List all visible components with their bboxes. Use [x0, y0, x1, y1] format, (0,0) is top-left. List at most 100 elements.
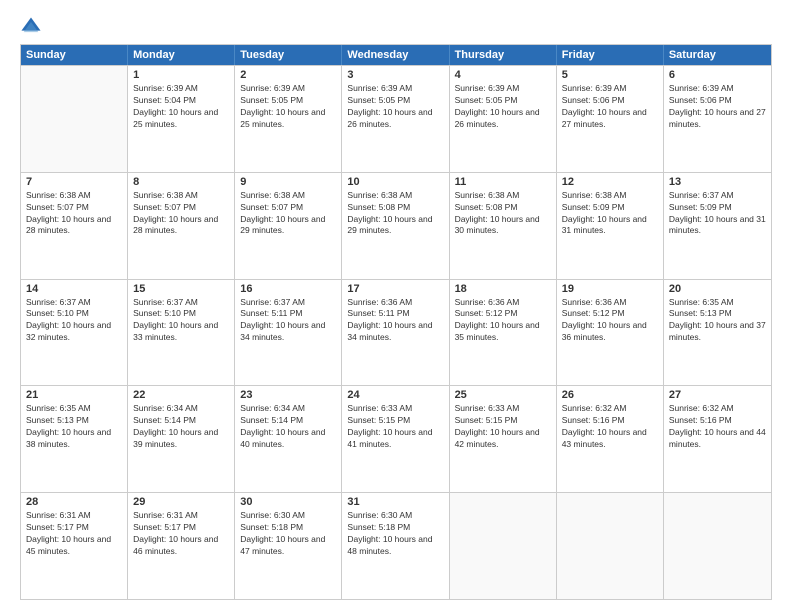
day-number: 18 — [455, 283, 551, 295]
weekday-header: Thursday — [450, 45, 557, 65]
cell-info: Sunrise: 6:37 AM Sunset: 5:11 PM Dayligh… — [240, 297, 336, 345]
weekday-header: Tuesday — [235, 45, 342, 65]
cell-info: Sunrise: 6:31 AM Sunset: 5:17 PM Dayligh… — [133, 510, 229, 558]
cell-info: Sunrise: 6:35 AM Sunset: 5:13 PM Dayligh… — [26, 403, 122, 451]
header — [20, 16, 772, 38]
cell-info: Sunrise: 6:38 AM Sunset: 5:07 PM Dayligh… — [26, 190, 122, 238]
calendar-cell: 18 Sunrise: 6:36 AM Sunset: 5:12 PM Dayli… — [450, 280, 557, 386]
calendar-cell: 9 Sunrise: 6:38 AM Sunset: 5:07 PM Daylig… — [235, 173, 342, 279]
calendar-cell: 24 Sunrise: 6:33 AM Sunset: 5:15 PM Dayli… — [342, 386, 449, 492]
day-number: 2 — [240, 69, 336, 81]
day-number: 6 — [669, 69, 766, 81]
day-number: 15 — [133, 283, 229, 295]
cell-info: Sunrise: 6:38 AM Sunset: 5:07 PM Dayligh… — [133, 190, 229, 238]
cell-info: Sunrise: 6:37 AM Sunset: 5:10 PM Dayligh… — [133, 297, 229, 345]
calendar-cell — [557, 493, 664, 599]
calendar-header: SundayMondayTuesdayWednesdayThursdayFrid… — [21, 45, 771, 65]
day-number: 23 — [240, 389, 336, 401]
cell-info: Sunrise: 6:36 AM Sunset: 5:12 PM Dayligh… — [455, 297, 551, 345]
day-number: 28 — [26, 496, 122, 508]
cell-info: Sunrise: 6:33 AM Sunset: 5:15 PM Dayligh… — [455, 403, 551, 451]
day-number: 13 — [669, 176, 766, 188]
cell-info: Sunrise: 6:39 AM Sunset: 5:05 PM Dayligh… — [347, 83, 443, 131]
day-number: 21 — [26, 389, 122, 401]
cell-info: Sunrise: 6:37 AM Sunset: 5:10 PM Dayligh… — [26, 297, 122, 345]
calendar-row: 7 Sunrise: 6:38 AM Sunset: 5:07 PM Daylig… — [21, 172, 771, 279]
day-number: 30 — [240, 496, 336, 508]
cell-info: Sunrise: 6:34 AM Sunset: 5:14 PM Dayligh… — [240, 403, 336, 451]
cell-info: Sunrise: 6:36 AM Sunset: 5:12 PM Dayligh… — [562, 297, 658, 345]
calendar-cell: 10Sunrise: 6:38 AM Sunset: 5:08 PM Dayli… — [342, 173, 449, 279]
day-number: 17 — [347, 283, 443, 295]
day-number: 8 — [133, 176, 229, 188]
calendar: SundayMondayTuesdayWednesdayThursdayFrid… — [20, 44, 772, 600]
weekday-header: Monday — [128, 45, 235, 65]
cell-info: Sunrise: 6:38 AM Sunset: 5:09 PM Dayligh… — [562, 190, 658, 238]
day-number: 24 — [347, 389, 443, 401]
calendar-cell: 22 Sunrise: 6:34 AM Sunset: 5:14 PM Dayli… — [128, 386, 235, 492]
weekday-header: Sunday — [21, 45, 128, 65]
calendar-cell: 2 Sunrise: 6:39 AM Sunset: 5:05 PM Daylig… — [235, 66, 342, 172]
calendar-cell: 28 Sunrise: 6:31 AM Sunset: 5:17 PM Dayli… — [21, 493, 128, 599]
calendar-cell: 4Sunrise: 6:39 AM Sunset: 5:05 PM Daylig… — [450, 66, 557, 172]
calendar-cell: 15 Sunrise: 6:37 AM Sunset: 5:10 PM Dayli… — [128, 280, 235, 386]
calendar-cell: 19 Sunrise: 6:36 AM Sunset: 5:12 PM Dayli… — [557, 280, 664, 386]
calendar-cell: 7 Sunrise: 6:38 AM Sunset: 5:07 PM Daylig… — [21, 173, 128, 279]
calendar-row: 28 Sunrise: 6:31 AM Sunset: 5:17 PM Dayli… — [21, 492, 771, 599]
cell-info: Sunrise: 6:33 AM Sunset: 5:15 PM Dayligh… — [347, 403, 443, 451]
cell-info: Sunrise: 6:32 AM Sunset: 5:16 PM Dayligh… — [669, 403, 766, 451]
cell-info: Sunrise: 6:30 AM Sunset: 5:18 PM Dayligh… — [240, 510, 336, 558]
weekday-header: Friday — [557, 45, 664, 65]
day-number: 3 — [347, 69, 443, 81]
calendar-cell: 26Sunrise: 6:32 AM Sunset: 5:16 PM Dayli… — [557, 386, 664, 492]
calendar-cell — [450, 493, 557, 599]
cell-info: Sunrise: 6:38 AM Sunset: 5:08 PM Dayligh… — [455, 190, 551, 238]
calendar-cell: 23 Sunrise: 6:34 AM Sunset: 5:14 PM Dayli… — [235, 386, 342, 492]
calendar-row: 14 Sunrise: 6:37 AM Sunset: 5:10 PM Dayli… — [21, 279, 771, 386]
day-number: 11 — [455, 176, 551, 188]
calendar-cell: 27Sunrise: 6:32 AM Sunset: 5:16 PM Dayli… — [664, 386, 771, 492]
calendar-cell — [21, 66, 128, 172]
day-number: 9 — [240, 176, 336, 188]
day-number: 7 — [26, 176, 122, 188]
day-number: 16 — [240, 283, 336, 295]
cell-info: Sunrise: 6:32 AM Sunset: 5:16 PM Dayligh… — [562, 403, 658, 451]
day-number: 1 — [133, 69, 229, 81]
calendar-cell: 25Sunrise: 6:33 AM Sunset: 5:15 PM Dayli… — [450, 386, 557, 492]
calendar-cell: 31Sunrise: 6:30 AM Sunset: 5:18 PM Dayli… — [342, 493, 449, 599]
weekday-header: Wednesday — [342, 45, 449, 65]
calendar-body: 1 Sunrise: 6:39 AM Sunset: 5:04 PM Daylig… — [21, 65, 771, 599]
cell-info: Sunrise: 6:36 AM Sunset: 5:11 PM Dayligh… — [347, 297, 443, 345]
calendar-cell: 11 Sunrise: 6:38 AM Sunset: 5:08 PM Dayli… — [450, 173, 557, 279]
day-number: 22 — [133, 389, 229, 401]
calendar-cell — [664, 493, 771, 599]
cell-info: Sunrise: 6:34 AM Sunset: 5:14 PM Dayligh… — [133, 403, 229, 451]
day-number: 5 — [562, 69, 658, 81]
calendar-cell: 12 Sunrise: 6:38 AM Sunset: 5:09 PM Dayli… — [557, 173, 664, 279]
calendar-cell: 16 Sunrise: 6:37 AM Sunset: 5:11 PM Dayli… — [235, 280, 342, 386]
calendar-cell: 14 Sunrise: 6:37 AM Sunset: 5:10 PM Dayli… — [21, 280, 128, 386]
logo-icon — [20, 16, 42, 38]
day-number: 12 — [562, 176, 658, 188]
cell-info: Sunrise: 6:37 AM Sunset: 5:09 PM Dayligh… — [669, 190, 766, 238]
calendar-cell: 6 Sunrise: 6:39 AM Sunset: 5:06 PM Daylig… — [664, 66, 771, 172]
weekday-header: Saturday — [664, 45, 771, 65]
cell-info: Sunrise: 6:38 AM Sunset: 5:08 PM Dayligh… — [347, 190, 443, 238]
cell-info: Sunrise: 6:39 AM Sunset: 5:06 PM Dayligh… — [669, 83, 766, 131]
cell-info: Sunrise: 6:39 AM Sunset: 5:05 PM Dayligh… — [240, 83, 336, 131]
calendar-cell: 17 Sunrise: 6:36 AM Sunset: 5:11 PM Dayli… — [342, 280, 449, 386]
calendar-cell: 5Sunrise: 6:39 AM Sunset: 5:06 PM Daylig… — [557, 66, 664, 172]
page: SundayMondayTuesdayWednesdayThursdayFrid… — [0, 0, 792, 612]
day-number: 19 — [562, 283, 658, 295]
calendar-cell: 20Sunrise: 6:35 AM Sunset: 5:13 PM Dayli… — [664, 280, 771, 386]
cell-info: Sunrise: 6:39 AM Sunset: 5:04 PM Dayligh… — [133, 83, 229, 131]
cell-info: Sunrise: 6:35 AM Sunset: 5:13 PM Dayligh… — [669, 297, 766, 345]
logo — [20, 16, 46, 38]
cell-info: Sunrise: 6:31 AM Sunset: 5:17 PM Dayligh… — [26, 510, 122, 558]
day-number: 14 — [26, 283, 122, 295]
calendar-row: 21 Sunrise: 6:35 AM Sunset: 5:13 PM Dayli… — [21, 385, 771, 492]
cell-info: Sunrise: 6:30 AM Sunset: 5:18 PM Dayligh… — [347, 510, 443, 558]
calendar-cell: 29Sunrise: 6:31 AM Sunset: 5:17 PM Dayli… — [128, 493, 235, 599]
cell-info: Sunrise: 6:38 AM Sunset: 5:07 PM Dayligh… — [240, 190, 336, 238]
calendar-cell: 3 Sunrise: 6:39 AM Sunset: 5:05 PM Daylig… — [342, 66, 449, 172]
